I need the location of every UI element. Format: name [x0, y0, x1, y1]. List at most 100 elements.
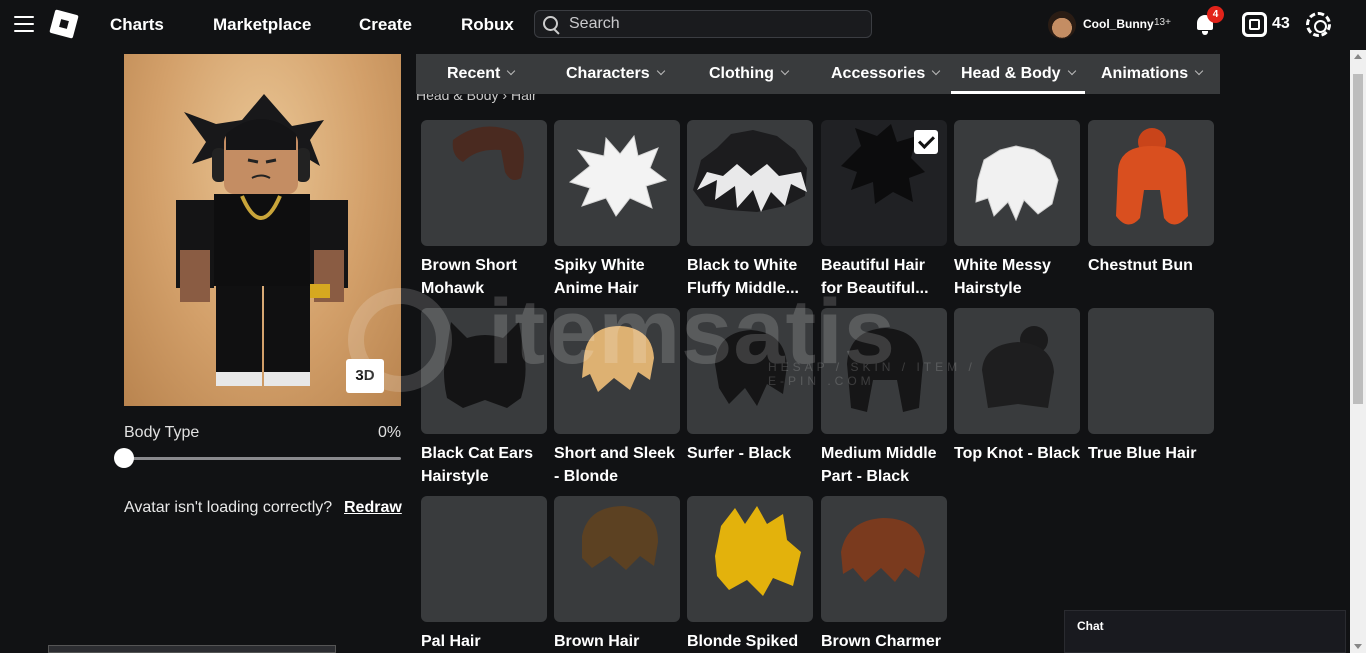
- list-item[interactable]: Brown Charmer: [821, 496, 947, 653]
- roblox-logo-icon[interactable]: [49, 9, 79, 39]
- robux-balance[interactable]: 43: [1272, 15, 1290, 33]
- notification-count-badge: 4: [1207, 6, 1224, 23]
- redraw-link[interactable]: Redraw: [344, 499, 402, 517]
- search-icon: [543, 16, 559, 32]
- chevron-down-icon: [1194, 66, 1204, 76]
- gear-icon[interactable]: [1306, 12, 1331, 37]
- tab-characters[interactable]: Characters: [566, 65, 665, 83]
- list-item[interactable]: Pal Hair: [421, 496, 547, 653]
- robux-icon[interactable]: [1242, 12, 1267, 37]
- item-thumbnail[interactable]: [421, 120, 547, 246]
- item-name: Brown Short Mohawk: [421, 257, 517, 297]
- body-type-slider-handle[interactable]: [114, 448, 134, 468]
- tab-label: Accessories: [831, 65, 926, 82]
- list-item[interactable]: Black Cat Ears Hairstyle: [421, 308, 547, 488]
- list-item[interactable]: True Blue Hair: [1088, 308, 1214, 465]
- chat-title[interactable]: Chat: [1077, 619, 1104, 633]
- item-name: Blonde Spiked: [687, 633, 799, 650]
- white-messy-hair-icon: [975, 145, 1059, 222]
- list-item[interactable]: Short and Sleek - Blonde: [554, 308, 680, 488]
- scrollbar-thumb[interactable]: [1353, 74, 1363, 404]
- black-surfer-hair-icon: [715, 330, 787, 406]
- item-thumbnail[interactable]: [421, 308, 547, 434]
- tab-accessories[interactable]: Accessories: [831, 65, 941, 83]
- item-thumbnail[interactable]: [554, 308, 680, 434]
- selected-checkmark-icon: [914, 130, 938, 154]
- item-name: Spiky White Anime Hair: [554, 257, 645, 297]
- tab-label: Characters: [566, 65, 650, 82]
- list-item[interactable]: Blonde Spiked: [687, 496, 813, 653]
- list-item[interactable]: Brown Hair: [554, 496, 680, 653]
- list-item[interactable]: Medium Middle Part - Black: [821, 308, 947, 488]
- nav-link-robux[interactable]: Robux: [461, 15, 514, 35]
- age-label: 13+: [1154, 17, 1171, 28]
- nav-link-create[interactable]: Create: [359, 15, 412, 35]
- black-top-knot-hair-icon: [982, 326, 1054, 408]
- list-item[interactable]: White Messy Hairstyle: [954, 120, 1080, 300]
- item-thumbnail[interactable]: [554, 120, 680, 246]
- chevron-down-icon: [507, 66, 516, 76]
- item-thumbnail[interactable]: [687, 496, 813, 622]
- chevron-down-icon: [780, 66, 790, 76]
- item-thumbnail[interactable]: [821, 120, 947, 246]
- item-thumbnail[interactable]: [687, 308, 813, 434]
- item-thumbnail[interactable]: [687, 120, 813, 246]
- tab-label: Clothing: [709, 65, 774, 82]
- item-name: Brown Hair: [554, 633, 640, 650]
- item-name: Short and Sleek - Blonde: [554, 445, 675, 485]
- body-type-slider-track[interactable]: [124, 457, 401, 460]
- active-tab-indicator: [951, 91, 1085, 94]
- scroll-up-arrow-icon[interactable]: [1354, 54, 1362, 59]
- black-cat-ears-hair-icon: [444, 322, 526, 408]
- username[interactable]: Cool_Bunny: [1083, 17, 1154, 31]
- item-name: Beautiful Hair for Beautiful...: [821, 257, 929, 297]
- 3d-view-toggle-button[interactable]: 3D: [346, 359, 384, 393]
- item-thumbnail[interactable]: [954, 308, 1080, 434]
- tab-head-body[interactable]: Head & Body: [961, 65, 1076, 83]
- avatar[interactable]: [1048, 11, 1076, 39]
- scroll-down-arrow-icon[interactable]: [1354, 644, 1362, 649]
- item-name: Surfer - Black: [687, 445, 792, 462]
- search-placeholder: Search: [569, 15, 620, 32]
- list-item[interactable]: Spiky White Anime Hair: [554, 120, 680, 300]
- tab-clothing[interactable]: Clothing: [709, 65, 790, 83]
- search-input[interactable]: Search: [534, 10, 872, 38]
- tab-animations[interactable]: Animations: [1101, 65, 1204, 83]
- list-item[interactable]: Beautiful Hair for Beautiful...: [821, 120, 947, 300]
- list-item[interactable]: Surfer - Black: [687, 308, 813, 465]
- item-thumbnail[interactable]: [954, 120, 1080, 246]
- list-item[interactable]: Black to White Fluffy Middle...: [687, 120, 813, 300]
- item-thumbnail[interactable]: [821, 496, 947, 622]
- list-item[interactable]: Chestnut Bun: [1088, 120, 1214, 277]
- item-name: True Blue Hair: [1088, 445, 1197, 462]
- item-name: Medium Middle Part - Black: [821, 445, 937, 485]
- brown-charmer-hair-icon: [841, 518, 925, 582]
- chevron-down-icon: [656, 66, 665, 76]
- list-item[interactable]: Top Knot - Black: [954, 308, 1080, 465]
- chat-panel[interactable]: Chat: [1064, 610, 1346, 653]
- brown-hair-icon: [582, 506, 658, 570]
- list-item[interactable]: Brown Short Mohawk: [421, 120, 547, 300]
- nav-link-marketplace[interactable]: Marketplace: [213, 15, 311, 35]
- scrollbar[interactable]: [1350, 50, 1366, 653]
- tab-recent[interactable]: Recent: [447, 65, 516, 83]
- chestnut-bun-hair-icon: [1116, 128, 1188, 225]
- category-tabs: Recent Characters Clothing Accessories H…: [416, 54, 1220, 94]
- black-middle-part-hair-icon: [847, 328, 923, 412]
- item-thumbnail[interactable]: [1088, 308, 1214, 434]
- item-thumbnail[interactable]: [821, 308, 947, 434]
- item-thumbnail[interactable]: [554, 496, 680, 622]
- item-name: White Messy Hairstyle: [954, 257, 1051, 297]
- white-spiky-hair-icon: [568, 134, 668, 217]
- menu-icon[interactable]: [14, 16, 34, 32]
- tab-label: Animations: [1101, 65, 1189, 82]
- black-white-fluffy-hair-icon: [693, 130, 807, 212]
- item-name: Top Knot - Black: [954, 445, 1080, 462]
- avatar-preview[interactable]: 3D: [124, 54, 401, 406]
- item-name: Brown Charmer: [821, 633, 942, 650]
- item-thumbnail[interactable]: [421, 496, 547, 622]
- nav-link-charts[interactable]: Charts: [110, 15, 164, 35]
- body-type-label: Body Type: [124, 424, 200, 441]
- item-thumbnail[interactable]: [1088, 120, 1214, 246]
- chevron-down-icon: [1067, 66, 1076, 76]
